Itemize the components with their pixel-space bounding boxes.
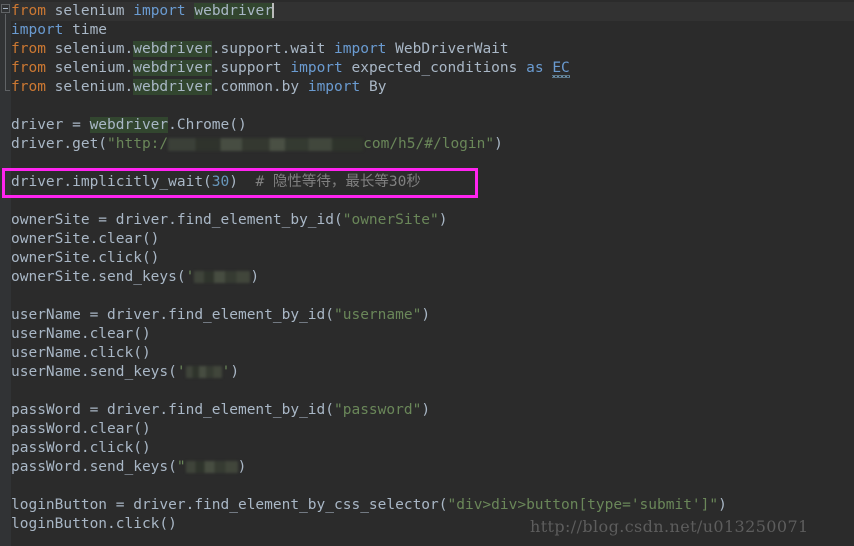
occurrence-highlight-webdriver: webdriver bbox=[89, 117, 169, 133]
code-line-8[interactable]: driver.get("http:/com/h5/#/login") bbox=[11, 135, 503, 154]
code-line-19[interactable]: userName.click() bbox=[11, 344, 151, 363]
code-line-20[interactable]: userName.send_keys(' ') bbox=[11, 363, 239, 382]
redacted-value-block bbox=[194, 271, 251, 283]
code-line-2[interactable]: import time bbox=[11, 21, 107, 40]
code-editor[interactable]: from selenium import webdriver import ti… bbox=[0, 0, 854, 546]
code-line-12[interactable]: ownerSite = driver.find_element_by_id("o… bbox=[11, 211, 448, 230]
blog-watermark: http://blog.csdn.net/u013250071 bbox=[530, 517, 809, 536]
fold-region-end bbox=[5, 90, 10, 91]
code-line-25[interactable]: passWord.send_keys(") bbox=[11, 458, 246, 477]
code-line-5[interactable]: from selenium.webdriver.common.by import… bbox=[11, 78, 386, 97]
code-line-22[interactable]: passWord = driver.find_element_by_id("pa… bbox=[11, 401, 430, 420]
code-line-27[interactable]: loginButton = driver.find_element_by_css… bbox=[11, 496, 727, 515]
code-line-15[interactable]: ownerSite.send_keys(') bbox=[11, 268, 259, 287]
code-folding-gutter[interactable] bbox=[0, 0, 11, 546]
occurrence-highlight-webdriver: webdriver bbox=[133, 41, 212, 57]
spellcheck-squiggle-EC: EC bbox=[552, 60, 570, 76]
code-line-28[interactable]: loginButton.click() bbox=[11, 515, 177, 534]
occurrence-highlight-webdriver: webdriver bbox=[133, 79, 212, 95]
code-line-14[interactable]: ownerSite.click() bbox=[11, 249, 159, 268]
code-line-10[interactable]: driver.implicitly_wait(30) # 隐性等待，最长等30秒 bbox=[11, 173, 421, 192]
code-line-18[interactable]: userName.clear() bbox=[11, 325, 151, 344]
code-line-17[interactable]: userName = driver.find_element_by_id("us… bbox=[11, 306, 430, 325]
redacted-url-block bbox=[168, 137, 364, 151]
code-line-13[interactable]: ownerSite.clear() bbox=[11, 230, 159, 249]
code-line-4[interactable]: from selenium.webdriver.support import e… bbox=[11, 59, 570, 78]
occurrence-highlight-webdriver: webdriver bbox=[194, 3, 273, 19]
text-caret bbox=[271, 3, 274, 18]
code-line-3[interactable]: from selenium.webdriver.support.wait imp… bbox=[11, 40, 509, 59]
fold-region-line bbox=[5, 14, 6, 90]
code-line-23[interactable]: passWord.clear() bbox=[11, 420, 151, 439]
redacted-value-block bbox=[185, 366, 222, 378]
redacted-value-block bbox=[185, 461, 238, 473]
code-line-7[interactable]: driver = webdriver.Chrome() bbox=[11, 116, 247, 135]
occurrence-highlight-webdriver: webdriver bbox=[133, 60, 212, 76]
code-line-24[interactable]: passWord.click() bbox=[11, 439, 151, 458]
code-line-1[interactable]: from selenium import webdriver bbox=[11, 2, 274, 21]
fold-marker-import-block[interactable] bbox=[1, 4, 10, 13]
